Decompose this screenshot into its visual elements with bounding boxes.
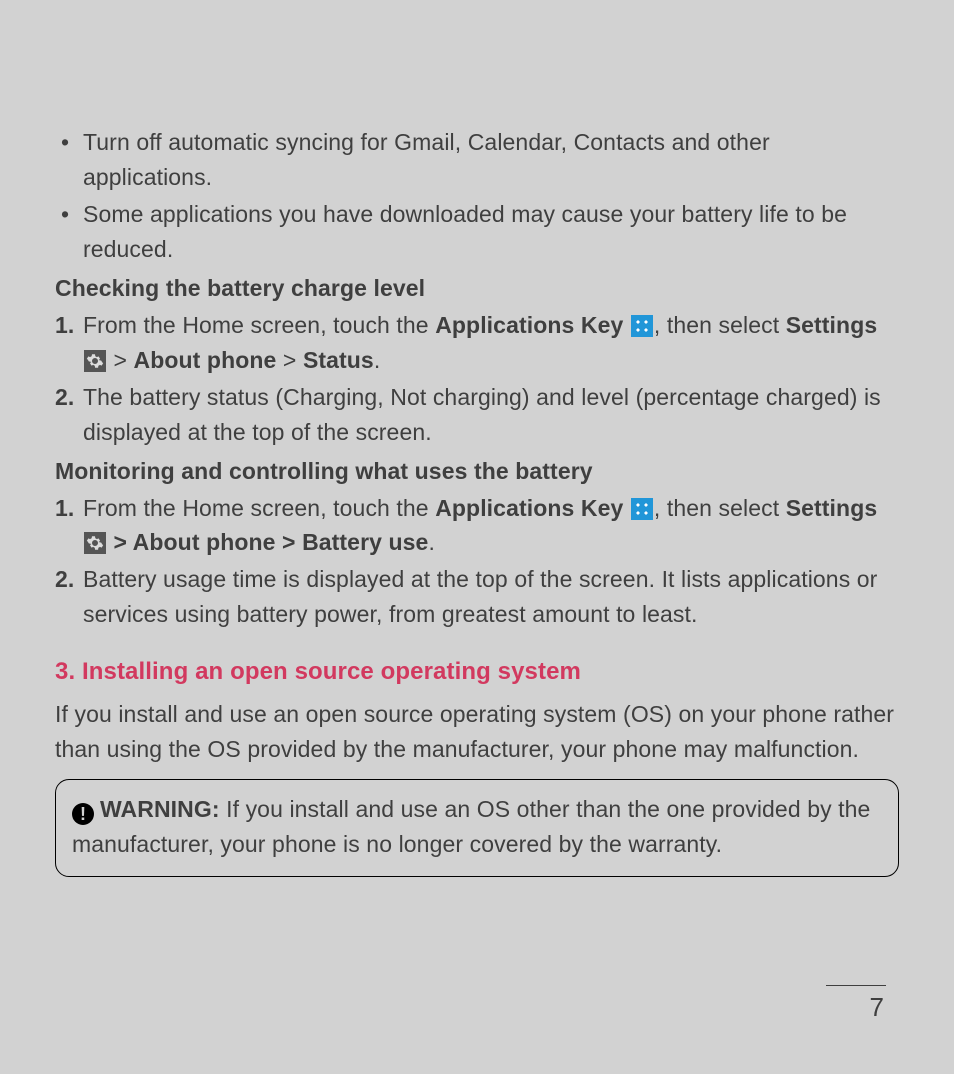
text-run: From the Home screen, touch the [83, 495, 435, 521]
label-applications-key: Applications Key [435, 312, 623, 338]
step-number: 2. [55, 380, 83, 450]
section-heading-os: 3. Installing an open source operating s… [55, 654, 899, 690]
nav-path: > About phone > Battery use [107, 529, 428, 555]
page-number-rule [826, 985, 886, 986]
text-run: . [428, 529, 435, 555]
step-text: The battery status (Charging, Not chargi… [83, 380, 899, 450]
text-run: , then select [654, 312, 786, 338]
bullet-item: • Turn off automatic syncing for Gmail, … [55, 125, 899, 195]
ordered-step: 2. Battery usage time is displayed at th… [55, 562, 899, 632]
manual-page: • Turn off automatic syncing for Gmail, … [0, 0, 954, 877]
bullet-glyph: • [55, 125, 83, 195]
ordered-step: 2. The battery status (Charging, Not cha… [55, 380, 899, 450]
label-status: Status [303, 347, 374, 373]
text-run: . [374, 347, 381, 373]
bullet-text: Some applications you have downloaded ma… [83, 197, 899, 267]
step-number: 1. [55, 491, 83, 561]
ordered-step: 1. From the Home screen, touch the Appli… [55, 308, 899, 378]
label-applications-key: Applications Key [435, 495, 623, 521]
applications-key-icon [631, 498, 653, 520]
subheading-monitoring: Monitoring and controlling what uses the… [55, 454, 899, 489]
bullet-glyph: • [55, 197, 83, 267]
settings-gear-icon [84, 350, 106, 372]
subheading-charge-level: Checking the battery charge level [55, 271, 899, 306]
ordered-step: 1. From the Home screen, touch the Appli… [55, 491, 899, 561]
text-run: From the Home screen, touch the [83, 312, 435, 338]
page-number: 7 [826, 988, 886, 1028]
step-text: Battery usage time is displayed at the t… [83, 562, 899, 632]
step-number: 2. [55, 562, 83, 632]
step-number: 1. [55, 308, 83, 378]
settings-gear-icon [84, 532, 106, 554]
bullet-text: Turn off automatic syncing for Gmail, Ca… [83, 125, 899, 195]
warning-label: WARNING: [100, 796, 220, 822]
label-settings: Settings [786, 495, 878, 521]
label-about-phone: About phone [134, 347, 277, 373]
step-text: From the Home screen, touch the Applicat… [83, 491, 899, 561]
body-paragraph: If you install and use an open source op… [55, 697, 899, 767]
step-text: From the Home screen, touch the Applicat… [83, 308, 899, 378]
applications-key-icon [631, 315, 653, 337]
text-run: > [107, 347, 134, 373]
bullet-item: • Some applications you have downloaded … [55, 197, 899, 267]
text-run: > [276, 347, 303, 373]
label-settings: Settings [786, 312, 878, 338]
text-run: , then select [654, 495, 786, 521]
warning-exclamation-icon: ! [72, 803, 94, 825]
page-number-block: 7 [826, 985, 886, 1028]
warning-box: !WARNING: If you install and use an OS o… [55, 779, 899, 877]
